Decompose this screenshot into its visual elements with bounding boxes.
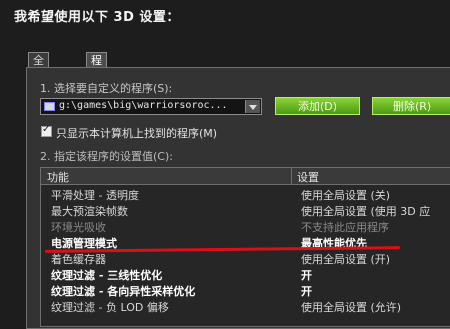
feature-cell: 最大预渲染帧数 (51, 205, 128, 218)
table-row[interactable]: 着色缓存器 使用全局设置 (开) (41, 251, 450, 266)
step2-label: 2. 指定该程序的设置值(C): (40, 150, 173, 163)
feature-cell: 平滑处理 - 透明度 (51, 189, 139, 202)
dialog-heading: 我希望使用以下 3D 设置： (14, 10, 180, 25)
program-path-value: g:\games\big\warriorsoroc... (59, 100, 228, 111)
column-divider (291, 168, 292, 184)
setting-cell[interactable]: 使用全局设置 (允许) (301, 299, 401, 315)
column-header-setting[interactable]: 设置 (297, 169, 319, 185)
chevron-down-icon[interactable] (245, 100, 260, 113)
feature-cell: 着色缓存器 (51, 253, 106, 266)
setting-cell[interactable]: 开 (301, 267, 312, 283)
table-row[interactable]: 平滑处理 - 透明度 使用全局设置 (关) (41, 187, 450, 202)
step1-label: 1. 选择要自定义的程序(S): (40, 82, 173, 95)
feature-cell: 纹理过滤 - 负 LOD 偏移 (51, 301, 169, 314)
table-row[interactable]: 最大预渲染帧数 使用全局设置 (使用 3D 应 (41, 203, 450, 218)
table-row[interactable]: 纹理过滤 - 三线性优化 开 (41, 267, 450, 282)
table-row[interactable]: 纹理过滤 - 负 LOD 偏移 使用全局设置 (允许) (41, 299, 450, 314)
setting-cell[interactable]: 使用全局设置 (开) (301, 251, 390, 267)
table-row[interactable]: 纹理过滤 - 各向异性采样优化 开 (41, 283, 450, 298)
only-show-found-label: 只显示本计算机上找到的程序(M) (56, 127, 218, 140)
table-row[interactable]: 环境光吸收 不支持此应用程序 (41, 219, 450, 234)
program-icon (44, 102, 55, 111)
table-header: 功能 设置 (41, 168, 450, 185)
feature-cell: 纹理过滤 - 各向异性采样优化 (51, 285, 196, 298)
column-header-feature[interactable]: 功能 (47, 169, 69, 185)
remove-button[interactable]: 删除(R) (372, 97, 450, 115)
setting-cell[interactable]: 不支持此应用程序 (301, 219, 389, 235)
setting-cell[interactable]: 使用全局设置 (关) (301, 187, 390, 203)
program-dropdown[interactable]: g:\games\big\warriorsoroc... (40, 98, 262, 115)
feature-cell: 环境光吸收 (51, 221, 106, 234)
add-button[interactable]: 添加(D) (275, 97, 360, 115)
tab-global-settings[interactable]: 全局设置 (28, 52, 49, 112)
setting-cell[interactable]: 开 (301, 283, 312, 299)
feature-cell: 纹理过滤 - 三线性优化 (51, 269, 163, 282)
setting-cell[interactable]: 使用全局设置 (使用 3D 应 (301, 203, 430, 219)
only-show-found-checkbox[interactable] (41, 124, 52, 137)
